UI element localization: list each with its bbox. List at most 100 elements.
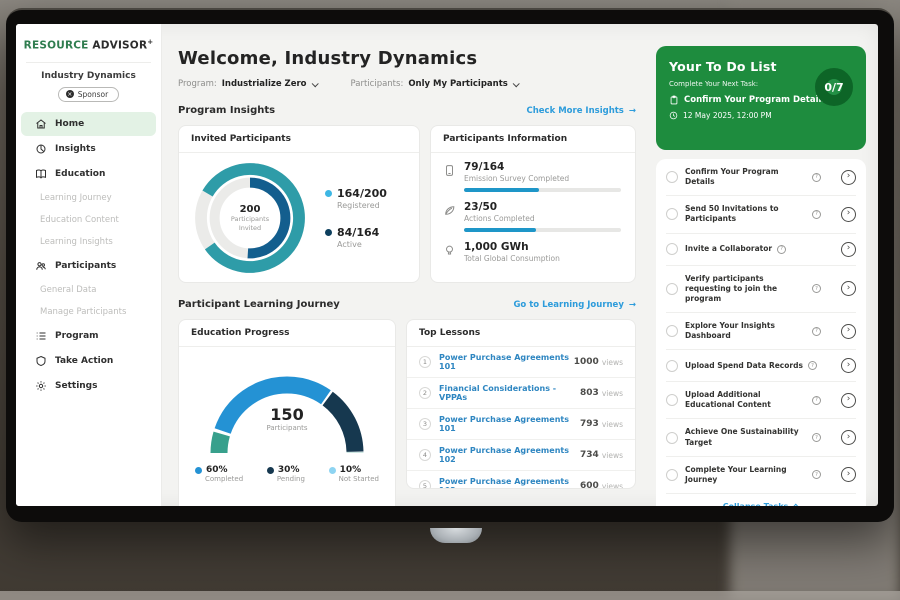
education-progress-card: Education Progress 150 Participants: [178, 319, 396, 506]
participants-filter-dropdown[interactable]: Participants: Only My Participants: [351, 79, 518, 89]
task-row[interactable]: Upload Additional Educational Content ? …: [666, 382, 856, 419]
help-icon[interactable]: ?: [808, 361, 817, 370]
task-row[interactable]: Invite a Collaborator ? ›: [666, 234, 856, 266]
task-row[interactable]: Achieve One Sustainability Target ? ›: [666, 419, 856, 456]
task-checkbox[interactable]: [666, 360, 678, 372]
program-filter-dropdown[interactable]: Program: Industrialize Zero: [178, 79, 317, 89]
sidebar-item-participants[interactable]: Participants: [21, 254, 156, 278]
help-icon[interactable]: ?: [812, 396, 821, 405]
sidebar-item-education[interactable]: Education: [21, 162, 156, 186]
sidebar-item-manage-participants[interactable]: Manage Participants: [16, 301, 161, 323]
task-label: Explore Your Insights Dashboard: [685, 321, 807, 341]
help-icon[interactable]: ?: [812, 433, 821, 442]
gear-icon: [35, 380, 47, 392]
survey-icon: [443, 164, 456, 177]
lesson-link[interactable]: Power Purchase Agreements 101: [439, 353, 574, 371]
task-checkbox[interactable]: [666, 394, 678, 406]
task-row[interactable]: Send 50 Invitations to Participants ? ›: [666, 196, 856, 233]
task-checkbox[interactable]: [666, 469, 678, 481]
filter-label: Participants:: [351, 79, 404, 89]
task-row[interactable]: Complete Your Learning Journey ? ›: [666, 457, 856, 494]
section-title: Participant Learning Journey: [178, 299, 340, 310]
chevron-up-icon: [793, 504, 800, 506]
lesson-row[interactable]: 5 Power Purchase Agreements 103 600 view…: [407, 471, 635, 489]
task-go-button[interactable]: ›: [841, 281, 856, 296]
task-row[interactable]: Upload Spend Data Records ? ›: [666, 350, 856, 382]
help-icon[interactable]: ?: [812, 210, 821, 219]
help-icon[interactable]: ?: [812, 470, 821, 479]
task-checkbox[interactable]: [666, 432, 678, 444]
chevron-right-icon: ›: [847, 326, 851, 335]
monitor-bezel: RESOURCE ADVISOR+ Industry Dynamics × Sp…: [6, 8, 894, 522]
lesson-row[interactable]: 4 Power Purchase Agreements 102 734 view…: [407, 440, 635, 471]
chevron-right-icon: ›: [847, 395, 851, 404]
task-checkbox[interactable]: [666, 243, 678, 255]
lesson-link[interactable]: Financial Considerations - VPPAs: [439, 384, 580, 402]
task-row[interactable]: Verify participants requesting to join t…: [666, 266, 856, 313]
task-go-button[interactable]: ›: [841, 393, 856, 408]
todo-summary-card: Your To Do List Complete Your Next Task:…: [656, 46, 866, 150]
task-row[interactable]: Explore Your Insights Dashboard ? ›: [666, 313, 856, 350]
task-go-button[interactable]: ›: [841, 207, 856, 222]
sponsor-badge[interactable]: × Sponsor: [58, 87, 119, 102]
task-checkbox[interactable]: [666, 283, 678, 295]
go-to-learning-journey-link[interactable]: Go to Learning Journey →: [513, 300, 636, 310]
help-icon[interactable]: ?: [812, 327, 821, 336]
help-icon[interactable]: ?: [812, 173, 821, 182]
card-title: Top Lessons: [407, 320, 635, 347]
lesson-link[interactable]: Power Purchase Agreements 102: [439, 446, 580, 464]
lesson-row[interactable]: 2 Financial Considerations - VPPAs 803 v…: [407, 378, 635, 409]
main-content: Welcome, Industry Dynamics Program: Indu…: [162, 24, 648, 506]
sidebar-item-education-content[interactable]: Education Content: [16, 209, 161, 231]
check-more-insights-link[interactable]: Check More Insights →: [527, 106, 637, 116]
sidebar-item-insights[interactable]: Insights: [21, 137, 156, 161]
legend-dot-pending: [267, 467, 274, 474]
sidebar-item-program[interactable]: Program: [21, 324, 156, 348]
lesson-link[interactable]: Power Purchase Agreements 101: [439, 415, 580, 433]
book-icon: [35, 168, 47, 180]
help-icon[interactable]: ?: [777, 245, 786, 254]
active-label: Active: [337, 240, 387, 249]
todo-progress-value: 0/7: [824, 81, 843, 94]
lesson-row[interactable]: 1 Power Purchase Agreements 101 1000 vie…: [407, 347, 635, 378]
arrow-right-icon: →: [629, 106, 636, 116]
help-icon[interactable]: ?: [812, 284, 821, 293]
task-checkbox[interactable]: [666, 325, 678, 337]
legend-dot-not-started: [329, 467, 336, 474]
insights-cards-row: Invited Participants 200: [178, 125, 636, 283]
sidebar-item-learning-journey[interactable]: Learning Journey: [16, 187, 161, 209]
task-checkbox[interactable]: [666, 171, 678, 183]
lesson-row[interactable]: 3 Power Purchase Agreements 101 793 view…: [407, 409, 635, 440]
task-row[interactable]: Confirm Your Program Details ? ›: [666, 159, 856, 196]
sidebar-item-settings[interactable]: Settings: [21, 374, 156, 398]
lesson-views-suffix: views: [602, 358, 623, 367]
task-go-button[interactable]: ›: [841, 430, 856, 445]
legend-completed: 60% Completed: [195, 465, 243, 483]
legend-dot-completed: [195, 467, 202, 474]
task-go-button[interactable]: ›: [841, 358, 856, 373]
task-go-button[interactable]: ›: [841, 170, 856, 185]
page-title: Welcome, Industry Dynamics: [178, 48, 636, 69]
invited-total-caption-1: Participants: [231, 215, 269, 223]
collapse-tasks-link[interactable]: Collapse Tasks: [666, 494, 856, 506]
metric-label: Emission Survey Completed: [464, 174, 621, 183]
task-go-button[interactable]: ›: [841, 242, 856, 257]
sidebar-item-home[interactable]: Home: [21, 112, 156, 136]
task-checkbox[interactable]: [666, 208, 678, 220]
metric-label: Total Global Consumption: [464, 254, 621, 263]
progress-fill: [464, 228, 536, 232]
progress-fill: [464, 188, 539, 192]
sidebar-item-take-action[interactable]: Take Action: [21, 349, 156, 373]
education-gauge: 150 Participants 60% Completed: [179, 347, 395, 483]
donut-chart: 200 Participants Invited: [191, 159, 309, 277]
registered-label: Registered: [337, 201, 387, 210]
task-go-button[interactable]: ›: [841, 324, 856, 339]
sidebar-item-general-data[interactable]: General Data: [16, 279, 161, 301]
sidebar-item-learning-insights[interactable]: Learning Insights: [16, 231, 161, 253]
top-lessons-list: 1 Power Purchase Agreements 101 1000 vie…: [407, 347, 635, 489]
lesson-link[interactable]: Power Purchase Agreements 103: [439, 477, 580, 489]
task-go-button[interactable]: ›: [841, 467, 856, 482]
active-value: 84/164: [337, 226, 379, 239]
organization-name: Industry Dynamics: [16, 71, 161, 81]
lesson-rank: 4: [419, 449, 431, 461]
